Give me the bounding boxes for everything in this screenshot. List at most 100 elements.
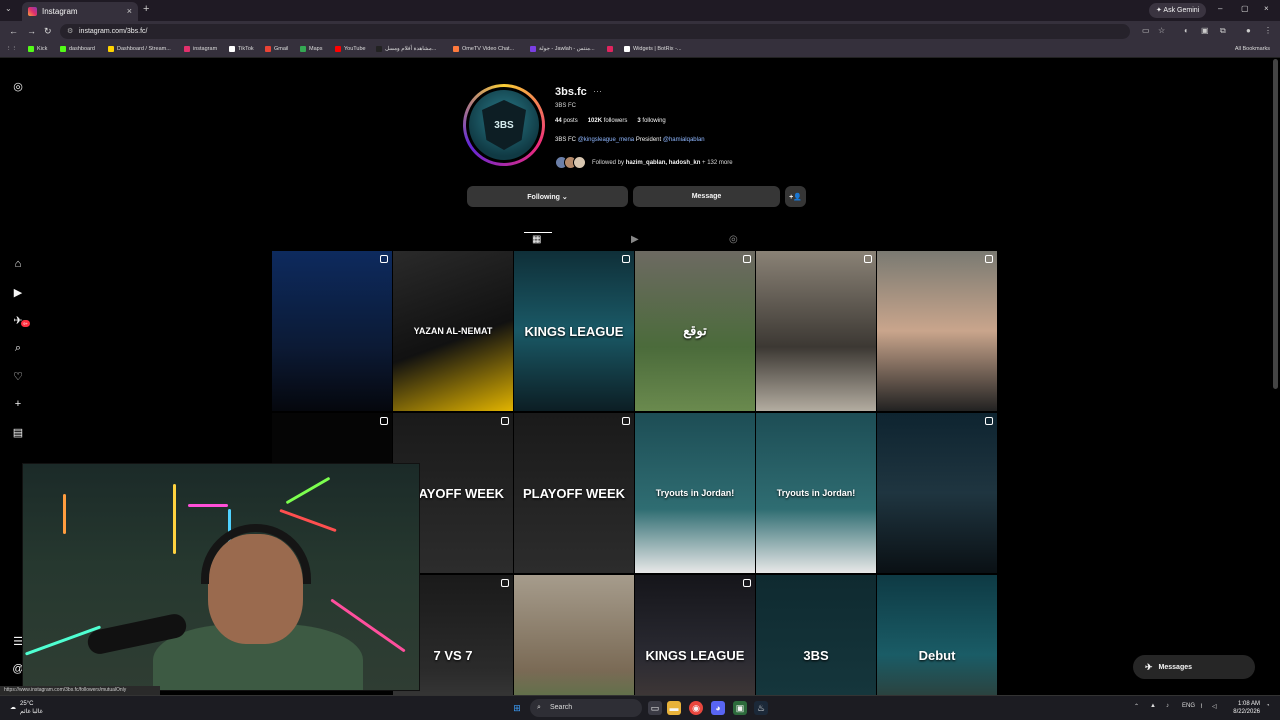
home-icon[interactable]: ⌂	[12, 258, 24, 270]
post-tile[interactable]: 3BS	[756, 575, 876, 695]
post-tile[interactable]	[877, 413, 997, 573]
post-overlay-text: YAZAN AL-NEMAT	[413, 326, 493, 336]
ask-gemini-button[interactable]: ✦ Ask Gemini	[1149, 3, 1207, 18]
post-overlay-text: PLAYOFF WEEK	[522, 485, 626, 501]
instagram-icon[interactable]: ◎	[12, 80, 24, 93]
taskbar-search[interactable]: ⌕ Search	[530, 699, 642, 717]
reels-icon[interactable]: ▶	[12, 286, 24, 299]
wifi-icon[interactable]: ⌇	[1200, 703, 1203, 710]
apps-grid-icon[interactable]: ⋮⋮	[6, 46, 17, 52]
all-bookmarks-button[interactable]: All Bookmarks	[1235, 46, 1270, 52]
bookmark-item[interactable]: Maps	[300, 46, 322, 52]
more-options-icon[interactable]: ···	[593, 86, 602, 96]
weather-widget[interactable]: ☁ 25°C غالبا غائم	[10, 700, 43, 716]
bookmark-favicon-icon	[335, 46, 341, 52]
bookmark-item[interactable]: Gmail	[265, 46, 288, 52]
bookmark-item[interactable]: Kick	[28, 46, 47, 52]
site-info-icon[interactable]: ⚙	[67, 24, 73, 39]
post-tile[interactable]: KINGS LEAGUE	[514, 251, 634, 411]
bookmark-favicon-icon	[453, 46, 459, 52]
reload-icon[interactable]: ↻	[44, 26, 52, 37]
volume-icon[interactable]: ◁	[1212, 703, 1217, 710]
post-tile[interactable]	[514, 575, 634, 695]
file-explorer-icon[interactable]: ▬	[667, 701, 681, 715]
notifications-bell-icon[interactable]: ◔	[1266, 703, 1270, 709]
extension-icon-2[interactable]: ▣	[1201, 26, 1209, 35]
post-tile[interactable]: PLAYOFF WEEK	[514, 413, 634, 573]
bookmark-item[interactable]: Dashboard / Stream...	[108, 46, 171, 52]
discord-icon[interactable]: ◕	[711, 701, 725, 715]
post-overlay-text: Debut	[918, 647, 956, 663]
bookmark-item[interactable]: instagram	[184, 46, 217, 52]
profile-avatar[interactable]: 3BS	[463, 84, 545, 166]
post-tile[interactable]: توقع	[635, 251, 755, 411]
profile-avatar-icon[interactable]: ●	[1246, 26, 1251, 35]
following-link[interactable]: 3 following	[637, 118, 665, 124]
bookmark-label: Maps	[309, 46, 323, 52]
bookmark-item[interactable]: YouTube	[335, 46, 366, 52]
followers-link[interactable]: 102K followers	[588, 118, 628, 124]
messages-drawer-button[interactable]: ✈ Messages	[1133, 655, 1255, 679]
post-tile[interactable]: Tryouts in Jordan!	[756, 413, 876, 573]
suggest-people-button[interactable]: +👤	[785, 186, 806, 207]
url-input[interactable]: ⚙ instagram.com/3bs.fc/	[60, 24, 1130, 39]
extension-icon[interactable]: ◐	[1184, 26, 1189, 35]
profile-bio: 3BS FC @kingsleague_mena President @hami…	[555, 137, 705, 143]
steam-icon[interactable]: ♨	[754, 701, 768, 715]
chrome-icon[interactable]: ◉	[689, 701, 703, 715]
tab-posts-icon[interactable]: ▦	[532, 234, 541, 245]
bookmark-item[interactable]: OmeTV Video Chat...	[453, 46, 514, 52]
tab-reels-icon[interactable]: ▶	[631, 234, 639, 245]
page-scrollbar[interactable]	[1273, 59, 1278, 389]
post-tile[interactable]: Debut	[877, 575, 997, 695]
extensions-puzzle-icon[interactable]: ⧉	[1220, 26, 1226, 36]
profile-username: 3bs.fc	[555, 86, 587, 98]
close-window-button[interactable]: ×	[1264, 4, 1269, 13]
browser-menu-icon[interactable]: ⋮	[1264, 26, 1272, 35]
install-icon[interactable]: ▭	[1142, 26, 1150, 35]
post-tile[interactable]	[756, 251, 876, 411]
back-icon[interactable]: ←	[9, 26, 18, 36]
bookmark-item[interactable]: dashboard	[60, 46, 95, 52]
minimize-button[interactable]: –	[1218, 4, 1222, 13]
task-view-icon[interactable]: ▭	[648, 701, 662, 715]
forward-icon[interactable]: →	[27, 26, 36, 36]
tray-overflow-icon[interactable]: ⌃	[1134, 703, 1139, 710]
create-icon[interactable]: +	[12, 398, 24, 410]
bookmark-item[interactable]: مشاهدة أفلام ومسل...	[376, 46, 436, 52]
bookmark-item[interactable]: Widgets | BotRix -...	[624, 46, 682, 52]
post-tile[interactable]: KINGS LEAGUE	[635, 575, 755, 695]
bookmark-star-icon[interactable]: ☆	[1158, 26, 1165, 35]
tray-mic-icon[interactable]: ♪	[1166, 703, 1169, 709]
maximize-button[interactable]: ▢	[1241, 4, 1249, 13]
profile-tabs: ▦ ▶ ◎	[0, 232, 1280, 248]
windows-start-icon[interactable]: ⊞	[510, 701, 524, 715]
windows-taskbar: ☁ 25°C غالبا غائم ⊞ ⌕ Search ▭ ▬ ◉ ◕ ▣ ♨…	[0, 695, 1280, 720]
browser-tab-instagram[interactable]: Instagram ×	[22, 2, 138, 21]
bio-mention-president[interactable]: @hamialqablan	[663, 137, 705, 143]
tab-list-button[interactable]: ⌄	[5, 4, 12, 13]
language-indicator[interactable]: ENG	[1182, 703, 1195, 709]
notifications-icon[interactable]: ♡	[12, 370, 24, 383]
bookmark-item[interactable]: TikTok	[229, 46, 254, 52]
followed-by[interactable]: Followed by hazim_qablan, hadosh_kn + 13…	[555, 156, 733, 169]
bookmark-label: جولة - Jawlah - منتس...	[539, 46, 595, 52]
post-tile[interactable]: Tryouts in Jordan!	[635, 413, 755, 573]
bookmark-item[interactable]: جولة - Jawlah - منتس...	[530, 46, 595, 52]
dashboard-icon[interactable]: ▤	[12, 426, 24, 439]
new-tab-button[interactable]: +	[143, 3, 149, 15]
tab-close-icon[interactable]: ×	[127, 6, 132, 16]
search-icon[interactable]: ⌕	[12, 342, 24, 354]
tab-tagged-icon[interactable]: ◎	[729, 234, 738, 245]
post-tile[interactable]: YAZAN AL-NEMAT	[393, 251, 513, 411]
message-button[interactable]: Message	[633, 186, 780, 207]
terminal-icon[interactable]: ▣	[733, 701, 747, 715]
taskbar-clock[interactable]: 1:08 AM 8/22/2026	[1226, 700, 1260, 716]
following-button[interactable]: Following ⌄	[467, 186, 628, 207]
bookmark-item[interactable]	[607, 46, 616, 52]
bookmarks-bar: ⋮⋮ All Bookmarks Kick dashboard Dashboard …	[0, 42, 1280, 58]
tray-app-icon[interactable]: ▲	[1150, 703, 1156, 709]
post-tile[interactable]	[877, 251, 997, 411]
post-tile[interactable]	[272, 251, 392, 411]
bio-mention-kingsleague[interactable]: @kingsleague_mena	[578, 137, 634, 143]
